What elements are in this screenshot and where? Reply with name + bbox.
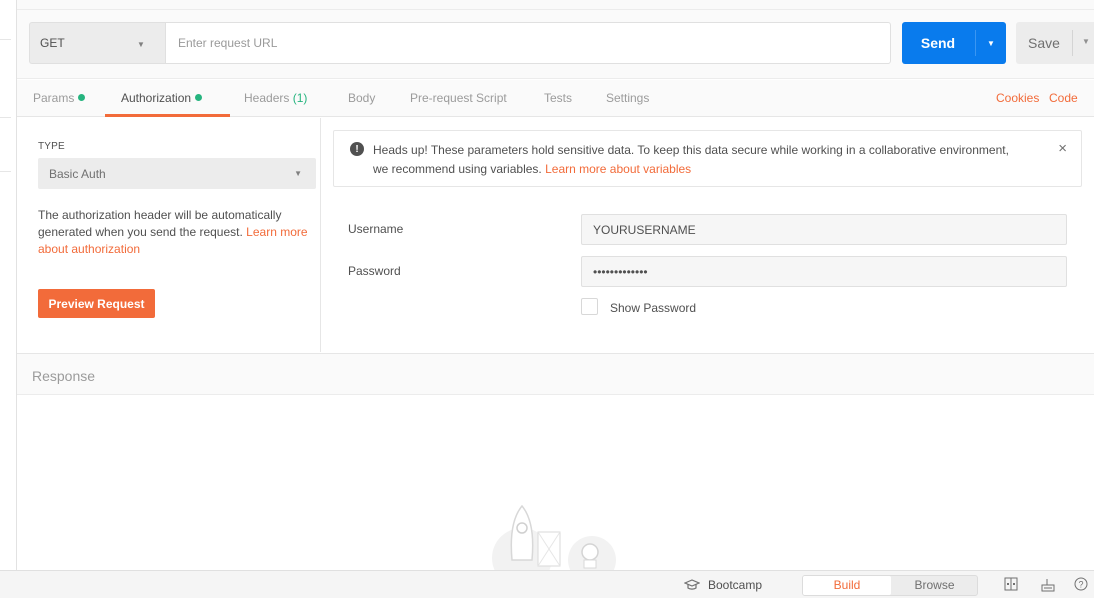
status-dot	[78, 94, 86, 101]
tab-label: Body	[348, 91, 376, 105]
tab-label: Tests	[544, 91, 573, 105]
info-icon: !	[350, 142, 364, 156]
chevron-down-icon: ▼	[137, 40, 145, 49]
request-tabs: Params Authorization Headers (1) Body Pr…	[17, 80, 1094, 117]
show-password-checkbox[interactable]	[581, 298, 598, 315]
show-password-label: Show Password	[610, 301, 697, 315]
username-field[interactable]	[581, 214, 1067, 245]
left-rail	[0, 0, 17, 598]
method-value: GET	[40, 36, 65, 50]
send-options-chevron-icon[interactable]: ▼	[976, 39, 1006, 48]
alert-message: Heads up! These parameters hold sensitiv…	[373, 141, 1013, 179]
preview-request-button[interactable]: Preview Request	[38, 289, 155, 318]
rocket-illustration-icon	[492, 504, 616, 570]
svg-text:?: ?	[1078, 580, 1083, 590]
tab-label: Authorization	[121, 91, 192, 105]
tab-count-badge: (1)	[292, 91, 308, 105]
username-label: Username	[348, 222, 404, 236]
tab-settings[interactable]: Settings	[606, 91, 649, 105]
save-button[interactable]: Save ▼	[1016, 22, 1094, 64]
help-icon[interactable]: ?	[1074, 577, 1088, 591]
save-button-label: Save	[1028, 35, 1060, 51]
auth-description-text: The authorization header will be automat…	[38, 208, 282, 239]
tab-label: Params	[33, 91, 75, 105]
password-label: Password	[348, 264, 401, 278]
auth-type-value: Basic Auth	[49, 166, 106, 181]
two-pane-view-icon[interactable]	[1004, 577, 1018, 591]
request-bar: GET ▼ Send ▼ Save ▼	[17, 0, 1094, 79]
tab-params[interactable]: Params	[33, 91, 86, 105]
browse-tab[interactable]: Browse	[891, 576, 978, 595]
chevron-down-icon: ▼	[294, 169, 302, 178]
method-select[interactable]: GET ▼	[29, 22, 165, 64]
build-browse-toggle: Build Browse	[802, 575, 978, 596]
status-dot	[195, 94, 203, 101]
status-bar: Bootcamp Build Browse ?	[0, 570, 1094, 598]
auth-type-select[interactable]: Basic Auth ▼	[38, 158, 316, 189]
sensitive-data-alert: ! Heads up! These parameters hold sensit…	[333, 130, 1082, 187]
code-link[interactable]: Code	[1049, 91, 1078, 105]
auth-description: The authorization header will be automat…	[38, 207, 318, 258]
active-tab-indicator	[105, 114, 230, 117]
left-rail-tick	[0, 39, 11, 40]
left-rail-tick	[0, 117, 11, 118]
learn-more-variables-link[interactable]: Learn more about variables	[545, 162, 691, 176]
keyboard-shortcuts-icon[interactable]	[1041, 577, 1055, 593]
response-title: Response	[32, 368, 96, 384]
tab-label: Pre-request Script	[410, 91, 507, 105]
graduation-cap-icon	[684, 579, 700, 590]
tab-body[interactable]: Body	[348, 91, 375, 105]
send-button[interactable]: Send ▼	[902, 22, 1006, 64]
auth-type-panel: TYPE Basic Auth ▼ The authorization head…	[17, 118, 321, 352]
tab-label: Settings	[606, 91, 650, 105]
close-icon[interactable]: ×	[1058, 140, 1067, 157]
save-options-chevron-icon[interactable]: ▼	[1072, 37, 1094, 46]
tab-pre-request-script[interactable]: Pre-request Script	[410, 91, 507, 105]
cookies-link[interactable]: Cookies	[996, 91, 1039, 105]
build-tab[interactable]: Build	[803, 576, 891, 595]
bootcamp-button[interactable]: Bootcamp	[684, 578, 762, 592]
password-field[interactable]	[581, 256, 1067, 287]
tab-tests[interactable]: Tests	[544, 91, 572, 105]
request-bar-top-border	[17, 9, 1094, 10]
tab-authorization[interactable]: Authorization	[121, 91, 203, 105]
url-input[interactable]	[165, 22, 891, 64]
tab-label: Headers	[244, 91, 290, 105]
bootcamp-label: Bootcamp	[708, 578, 763, 592]
type-label: TYPE	[38, 141, 65, 152]
send-button-label: Send	[920, 35, 956, 51]
left-rail-tick	[0, 171, 11, 172]
tab-headers[interactable]: Headers (1)	[244, 91, 307, 105]
response-header: Response	[17, 353, 1094, 395]
